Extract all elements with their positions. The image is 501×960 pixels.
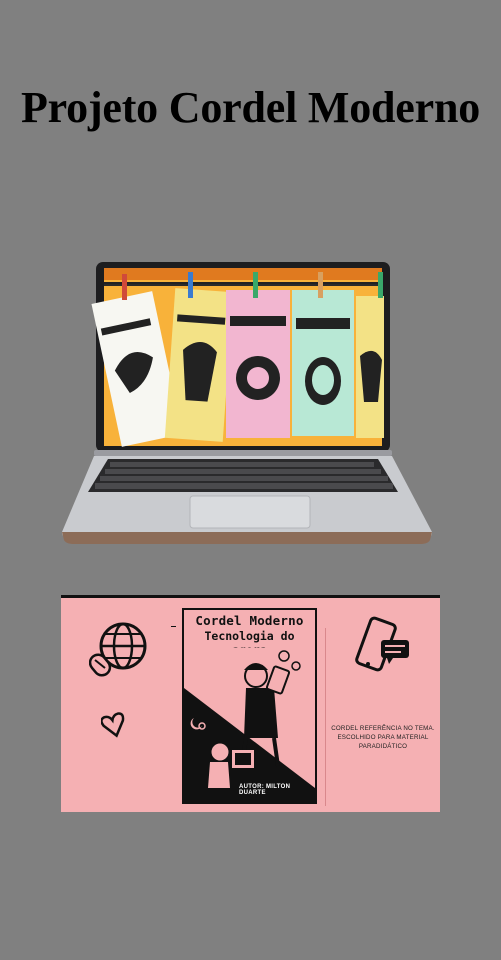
- page-title: Projeto Cordel Moderno: [20, 83, 481, 132]
- booklet-4: [292, 290, 354, 436]
- book-title: Cordel Moderno: [195, 613, 304, 628]
- booklet-2: [164, 288, 234, 442]
- phone-chat-icon: [355, 616, 409, 672]
- dash-mark: [171, 626, 176, 627]
- book-author: AUTOR: MILTON DUARTE: [239, 784, 291, 796]
- book-cover: Cordel Moderno Tecnologia do agora AUTOR…: [182, 608, 317, 804]
- banner-caption: CORDEL REFERÊNCIA NO TEMA. ESCOLHIDO PAR…: [331, 725, 435, 750]
- heart-icon: [101, 712, 125, 738]
- cordel-moderno-banner: Cordel Moderno Tecnologia do agora AUTOR…: [61, 595, 440, 812]
- book-illustration: [184, 648, 315, 802]
- laptop-cordel-image: [62, 262, 432, 544]
- booklet-3: [226, 290, 290, 438]
- booklet-5: [356, 296, 384, 438]
- banner-divider: [325, 628, 326, 806]
- globe-mouse-icon: [89, 622, 147, 677]
